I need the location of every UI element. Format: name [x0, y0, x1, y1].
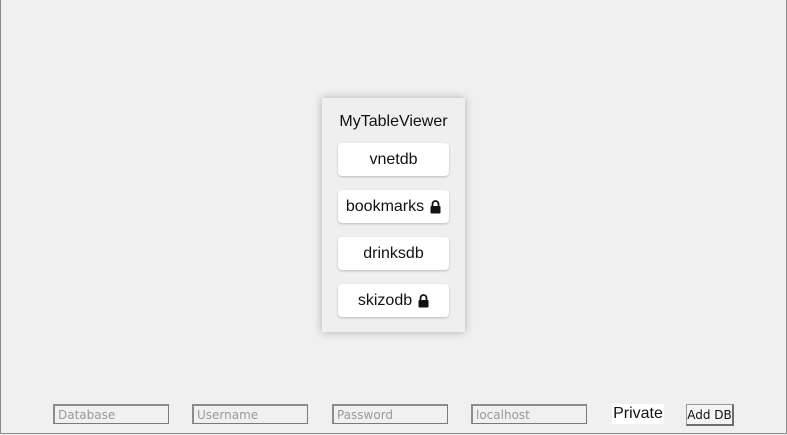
database-button-drinksdb[interactable]: drinksdb	[338, 237, 449, 270]
database-field[interactable]	[53, 404, 169, 424]
username-field[interactable]	[192, 404, 308, 424]
lock-icon	[430, 199, 441, 214]
database-button-bookmarks[interactable]: bookmarks	[338, 190, 449, 223]
private-toggle[interactable]: Private	[612, 404, 664, 424]
add-db-button[interactable]: Add DB	[686, 404, 734, 426]
database-label: skizodb	[357, 291, 413, 309]
database-button-vnetdb[interactable]: vnetdb	[338, 143, 449, 176]
database-label: drinksdb	[363, 244, 424, 262]
database-label: bookmarks	[345, 197, 425, 215]
host-field[interactable]	[471, 404, 587, 424]
app-title: MyTableViewer	[339, 113, 448, 130]
database-label: vnetdb	[369, 150, 418, 168]
password-field[interactable]	[332, 404, 448, 424]
database-list-panel: MyTableViewer vnetdb bookmarks drinksdb …	[322, 98, 465, 332]
database-button-skizodb[interactable]: skizodb	[338, 284, 449, 317]
lock-icon	[418, 293, 429, 308]
